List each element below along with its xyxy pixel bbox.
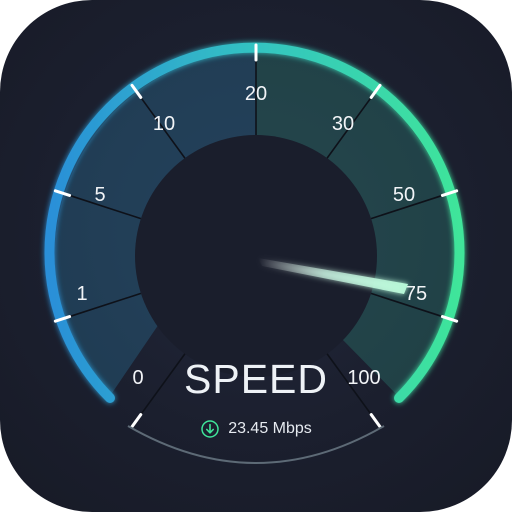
speedtest-app-icon: 0 1 5 10 20 30 50 75 100 SPEED 23.45 Mbp…: [0, 0, 512, 512]
speed-value: 23.45 Mbps: [228, 420, 312, 437]
speed-reading: 23.45 Mbps: [0, 419, 512, 439]
scale-label-50: 50: [393, 184, 415, 206]
scale-label-20: 20: [245, 83, 267, 105]
scale-label-30: 30: [332, 113, 354, 135]
speed-title: SPEED: [184, 356, 328, 402]
download-arrow-icon: [201, 420, 219, 438]
scale-label-75: 75: [405, 283, 427, 305]
scale-label-10: 10: [153, 113, 175, 135]
gauge-inner-disk: [135, 135, 377, 377]
scale-label-5: 5: [94, 184, 105, 206]
scale-label-1: 1: [76, 283, 87, 305]
